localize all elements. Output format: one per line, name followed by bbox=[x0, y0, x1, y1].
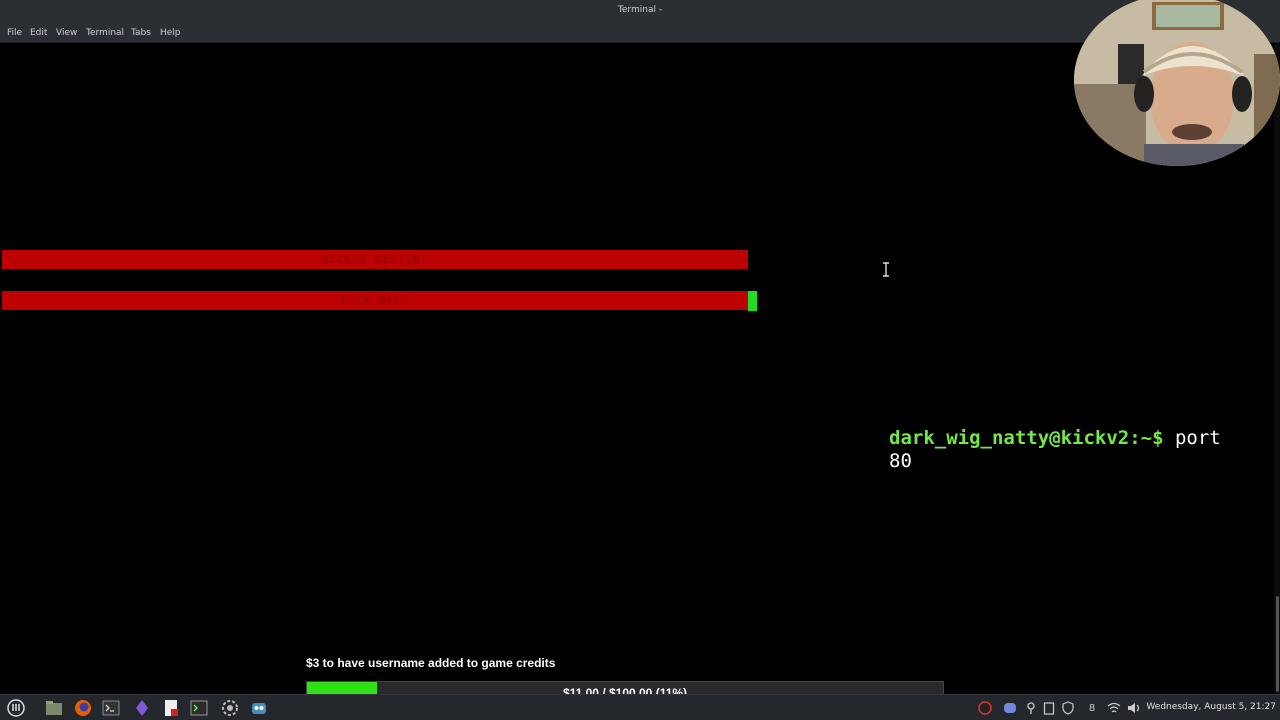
prompt-command: port bbox=[1163, 427, 1221, 449]
tray-shield-icon[interactable] bbox=[1061, 700, 1075, 716]
taskbar-clock[interactable]: Wednesday, August 5, 21:27 bbox=[1146, 702, 1276, 712]
tray-ubuntu-icon[interactable] bbox=[978, 700, 992, 716]
firefox-icon[interactable] bbox=[73, 698, 93, 718]
warning-bar: FUCK OFF! bbox=[2, 291, 748, 310]
access-denied-text: ACCESS DENIED! bbox=[321, 253, 429, 266]
terminal-cursor bbox=[748, 291, 757, 311]
menu-view[interactable]: View bbox=[56, 28, 77, 38]
window-title: Terminal - bbox=[617, 5, 663, 15]
webcam-image bbox=[1074, 0, 1280, 166]
start-menu-icon[interactable] bbox=[6, 698, 26, 718]
warning-text: FUCK OFF! bbox=[340, 294, 410, 307]
terminal-app-icon[interactable] bbox=[101, 698, 121, 718]
settings-icon[interactable] bbox=[220, 698, 240, 718]
prompt-user: dark_wig_natty@kickv2:~$ bbox=[889, 427, 1164, 449]
crystal-app-icon[interactable] bbox=[132, 698, 152, 718]
volume-icon[interactable] bbox=[1127, 700, 1141, 716]
tray-updates-icon[interactable]: 8 bbox=[1082, 700, 1102, 716]
access-denied-bar: ACCESS DENIED! bbox=[2, 250, 748, 269]
menu-terminal[interactable]: Terminal bbox=[86, 28, 124, 38]
window-titlebar[interactable]: Terminal - bbox=[0, 0, 1280, 24]
scrollbar-thumb[interactable] bbox=[1276, 596, 1279, 692]
command-output: 80 bbox=[889, 450, 912, 472]
tray-clipboard-icon[interactable] bbox=[1042, 700, 1056, 716]
tray-discord-icon[interactable] bbox=[1003, 700, 1017, 716]
taskbar: 8 Wednesday, August 5, 21:27 bbox=[0, 694, 1280, 720]
menu-tabs[interactable]: Tabs bbox=[131, 28, 151, 38]
files-icon[interactable] bbox=[44, 698, 64, 718]
donation-goal-label: $3 to have username added to game credit… bbox=[306, 656, 556, 670]
webcam-overlay bbox=[1074, 0, 1280, 166]
tray-updates-count: 8 bbox=[1088, 702, 1096, 714]
menu-file[interactable]: File bbox=[7, 28, 22, 38]
terminal-area[interactable] bbox=[0, 44, 1274, 694]
wifi-icon[interactable] bbox=[1107, 700, 1121, 716]
menu-help[interactable]: Help bbox=[160, 28, 181, 38]
shell-prompt: dark_wig_natty@kickv2:~$ port 80 bbox=[889, 427, 1259, 473]
active-terminal-icon[interactable] bbox=[189, 698, 209, 718]
ibeam-cursor-icon bbox=[883, 262, 889, 277]
godot-icon[interactable] bbox=[249, 698, 269, 718]
text-editor-icon[interactable] bbox=[161, 698, 181, 718]
tray-key-icon[interactable] bbox=[1024, 700, 1038, 716]
menu-edit[interactable]: Edit bbox=[30, 28, 47, 38]
